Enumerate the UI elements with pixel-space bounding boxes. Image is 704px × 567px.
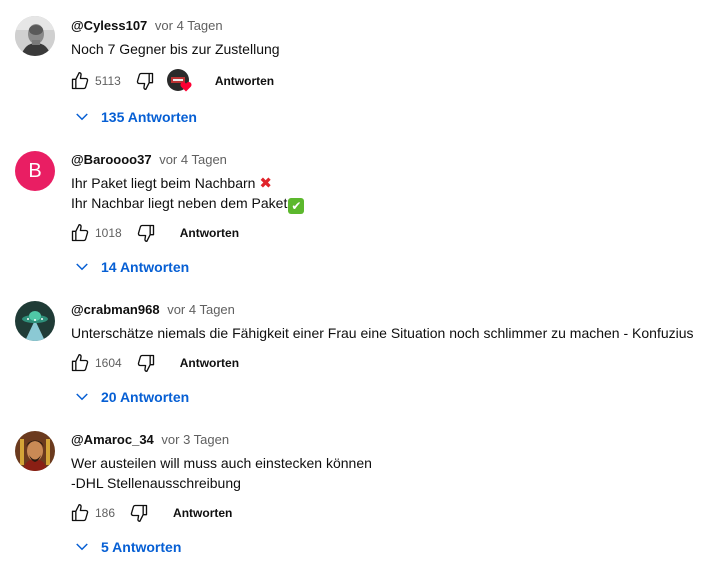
- dislike-button[interactable]: [134, 351, 158, 375]
- avatar[interactable]: [15, 301, 55, 341]
- replies-count-label: 135 Antworten: [101, 109, 197, 125]
- author-name[interactable]: @crabman968: [71, 302, 160, 317]
- view-replies-button[interactable]: 5 Antworten: [73, 537, 181, 557]
- comment-text-line: Ihr Paket liegt beim Nachbarn ✖: [71, 173, 272, 194]
- author-name[interactable]: @Baroooo37: [71, 152, 152, 167]
- like-button[interactable]: [68, 501, 92, 525]
- reply-button[interactable]: Antworten: [180, 356, 239, 370]
- comment-header: @Cyless107 vor 4 Tagen: [71, 17, 223, 35]
- check-mark-emoji: ✔: [288, 198, 305, 214]
- like-button[interactable]: [68, 69, 92, 93]
- comment-text: Unterschätze niemals die Fähigkeit einer…: [71, 325, 694, 341]
- comment-toolbar: 5113 Antworten: [68, 69, 274, 93]
- comment-header: @crabman968 vor 4 Tagen: [71, 301, 235, 319]
- thumbs-down-icon: [137, 354, 154, 372]
- comment-text-line: Ihr Nachbar liegt neben dem Paket ✔: [71, 193, 305, 214]
- reply-button[interactable]: Antworten: [215, 74, 274, 88]
- chevron-down-icon: [76, 113, 88, 121]
- chevron-down-icon: [76, 393, 88, 401]
- view-replies-button[interactable]: 20 Antworten: [73, 387, 189, 407]
- dislike-button[interactable]: [133, 69, 157, 93]
- chevron-down-icon: [76, 263, 88, 271]
- comment-toolbar: 186 Antworten: [68, 501, 232, 525]
- avatar[interactable]: B: [15, 151, 55, 191]
- thumbs-down-icon: [136, 72, 153, 91]
- comment-text: Noch 7 Gegner bis zur Zustellung: [71, 41, 280, 57]
- replies-count-label: 14 Antworten: [101, 259, 190, 275]
- timestamp[interactable]: vor 4 Tagen: [155, 18, 223, 33]
- thumbs-up-icon: [71, 224, 89, 242]
- timestamp[interactable]: vor 4 Tagen: [159, 152, 227, 167]
- view-replies-button[interactable]: 135 Antworten: [73, 107, 197, 127]
- view-replies-button[interactable]: 14 Antworten: [73, 257, 189, 277]
- comment-toolbar: 1018 Antworten: [68, 221, 239, 245]
- thumbs-down-icon: [137, 224, 154, 242]
- reply-button[interactable]: Antworten: [180, 226, 239, 240]
- avatar[interactable]: [15, 16, 55, 56]
- heart-icon: [180, 82, 192, 92]
- like-button[interactable]: [68, 221, 92, 245]
- comment-text: -DHL Stellenausschreibung: [71, 475, 241, 491]
- comment-text: Ihr Paket liegt beim Nachbarn: [71, 175, 256, 191]
- thumbs-up-icon: [71, 354, 89, 372]
- thumbs-up-icon: [71, 504, 89, 522]
- avatar-photo-icon: [15, 16, 55, 56]
- avatar[interactable]: [15, 431, 55, 471]
- comment-text: Wer austeilen will muss auch einstecken …: [71, 455, 372, 471]
- like-count: 5113: [95, 74, 121, 88]
- like-count: 186: [95, 506, 116, 520]
- like-count: 1604: [95, 356, 122, 370]
- like-count: 1018: [95, 226, 122, 240]
- comment-header: @Amaroc_34 vor 3 Tagen: [71, 431, 229, 449]
- dislike-button[interactable]: [127, 501, 151, 525]
- replies-count-label: 5 Antworten: [101, 539, 182, 555]
- like-button[interactable]: [68, 351, 92, 375]
- thumbs-up-icon: [71, 72, 89, 90]
- comment-header: @Baroooo37 vor 4 Tagen: [71, 151, 227, 169]
- author-name[interactable]: @Cyless107: [71, 18, 147, 33]
- author-name[interactable]: @Amaroc_34: [71, 432, 154, 447]
- timestamp[interactable]: vor 3 Tagen: [161, 432, 229, 447]
- creator-heart: [166, 69, 192, 93]
- chevron-down-icon: [76, 543, 88, 551]
- thumbs-down-icon: [130, 504, 148, 522]
- cross-mark-emoji: ✖: [259, 175, 272, 192]
- timestamp[interactable]: vor 4 Tagen: [167, 302, 235, 317]
- ufo-icon: [15, 301, 55, 341]
- warrior-portrait-icon: [15, 431, 55, 471]
- dislike-button[interactable]: [134, 221, 158, 245]
- reply-button[interactable]: Antworten: [173, 506, 232, 520]
- replies-count-label: 20 Antworten: [101, 389, 190, 405]
- comment-toolbar: 1604 Antworten: [68, 351, 239, 375]
- comment-text: Ihr Nachbar liegt neben dem Paket: [71, 195, 288, 211]
